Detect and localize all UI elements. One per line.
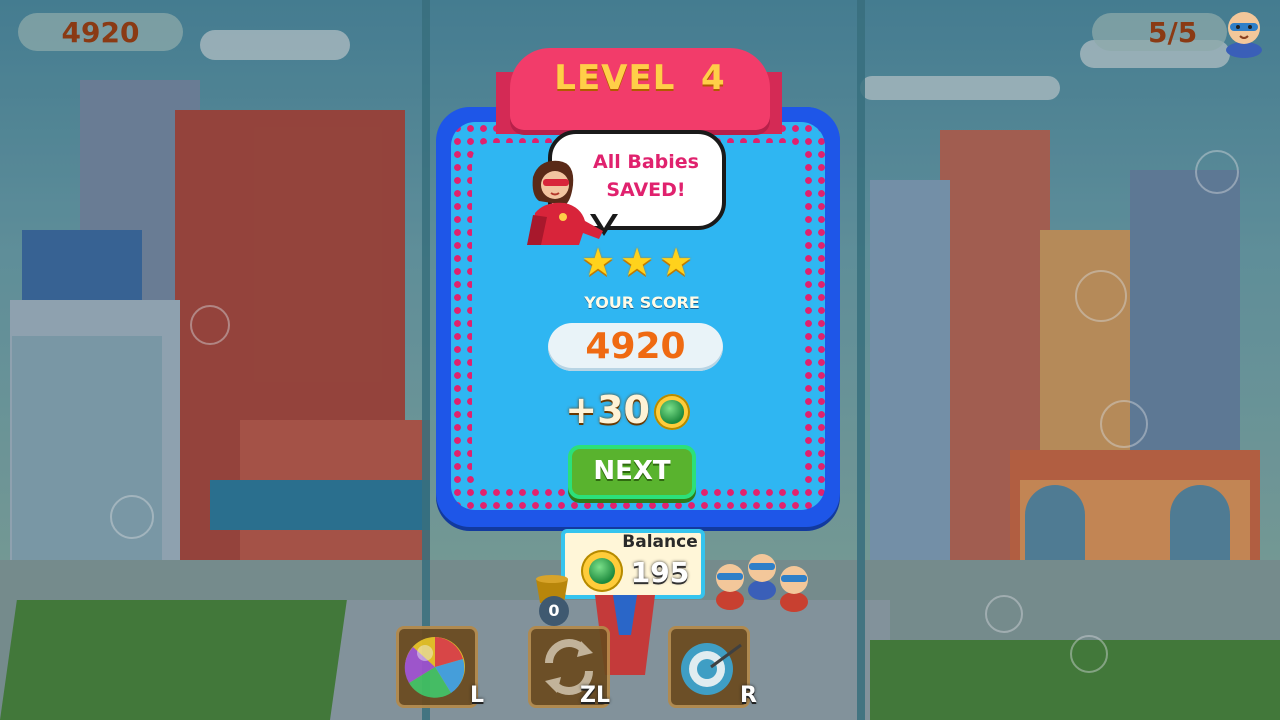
shots-counter: 0 [539, 596, 569, 626]
next-button[interactable] [568, 445, 696, 499]
hud-score: 4920 [18, 13, 183, 51]
baby-icon [1226, 12, 1262, 58]
babies-counter-value: 5/5 [1148, 15, 1198, 49]
star-icon: ★ [619, 240, 655, 284]
gem-reward: +30 [565, 388, 650, 432]
heroine-character [527, 160, 603, 245]
powerup-color-ball-button[interactable] [396, 626, 478, 708]
target-icon [681, 643, 742, 695]
balance-value: 195 [630, 556, 690, 589]
balance-label: Balance [622, 532, 698, 552]
score-label: YOUR SCORE [584, 293, 700, 312]
star-icon: ★ [580, 240, 616, 284]
hud-score-value: 4920 [61, 15, 140, 49]
color-ball-icon [404, 637, 465, 698]
star-rating: ★ ★ ★ [580, 240, 696, 284]
powerup-key-label: L [470, 683, 485, 708]
rescued-babies [716, 554, 808, 612]
level-title: LEVEL 4 [554, 58, 726, 98]
gem-icon [654, 394, 690, 430]
powerup-key-label: ZL [580, 683, 610, 708]
powerup-target-button[interactable] [668, 626, 750, 708]
score-value: 4920 [585, 326, 686, 367]
gem-icon [581, 550, 623, 592]
hud-babies-counter: 5/5 [1092, 13, 1227, 51]
star-icon: ★ [658, 240, 694, 284]
powerup-key-label: R [740, 683, 757, 708]
